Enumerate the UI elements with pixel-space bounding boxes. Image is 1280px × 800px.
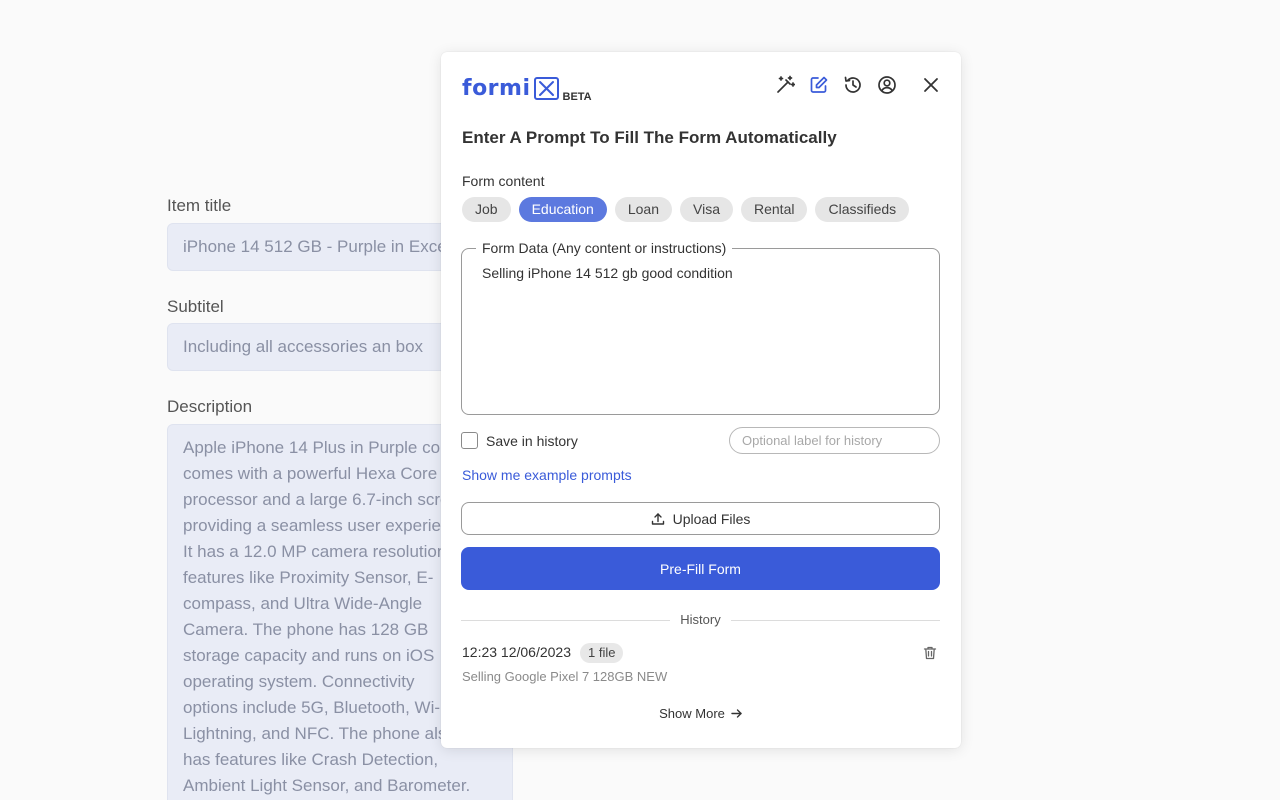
magic-wand-icon[interactable] <box>775 75 795 95</box>
description-line: Ambient Light Sensor, and Barometer. <box>183 776 471 795</box>
subtitle-label: Subtitel <box>167 297 224 316</box>
history-divider-label-wrap: History <box>461 612 940 627</box>
form-type-chips: Job Education Loan Visa Rental Classifie… <box>462 197 910 222</box>
prefill-form-label: Pre-Fill Form <box>660 560 741 577</box>
history-item-badge: 1 file <box>580 643 624 663</box>
form-data-value: Selling iPhone 14 512 gb good condition <box>482 265 733 281</box>
history-item[interactable]: 12:23 12/06/2023 1 file Selling Google P… <box>462 643 940 689</box>
form-data-textarea[interactable]: Form Data (Any content or instructions) … <box>461 240 940 415</box>
beta-badge: BETA <box>562 91 592 103</box>
formix-panel: formi BETA Enter A Prompt To Fill The Fo… <box>441 52 961 748</box>
history-divider: History <box>461 611 940 629</box>
edit-icon[interactable] <box>809 75 829 95</box>
formix-logo: formi BETA <box>462 74 592 103</box>
upload-files-label: Upload Files <box>672 510 751 527</box>
panel-heading: Enter A Prompt To Fill The Form Automati… <box>462 128 837 147</box>
item-title-label: Item title <box>167 196 232 215</box>
chip-classifieds[interactable]: Classifieds <box>815 197 910 222</box>
chip-loan[interactable]: Loan <box>614 197 673 222</box>
prefill-form-button[interactable]: Pre-Fill Form <box>461 547 940 590</box>
save-in-history-row: Save in history <box>461 432 578 449</box>
history-heading: History <box>670 612 731 627</box>
description-label: Description <box>167 397 253 416</box>
chip-visa[interactable]: Visa <box>680 197 733 222</box>
history-item-time: 12:23 12/06/2023 <box>462 644 571 660</box>
save-in-history-label: Save in history <box>486 432 578 449</box>
chip-education[interactable]: Education <box>518 197 607 222</box>
form-content-label: Form content <box>462 173 545 189</box>
example-prompts-link[interactable]: Show me example prompts <box>462 467 632 483</box>
history-icon[interactable] <box>843 75 863 95</box>
panel-toolbar <box>775 75 941 95</box>
close-icon[interactable] <box>921 75 941 95</box>
arrow-right-icon <box>731 709 742 718</box>
form-data-legend: Form Data (Any content or instructions) <box>476 240 733 256</box>
history-item-text: Selling Google Pixel 7 128GB NEW <box>462 669 668 684</box>
description-line: has features like Crash Detection, <box>183 750 439 769</box>
trash-icon[interactable] <box>922 645 938 661</box>
upload-icon <box>651 512 664 525</box>
account-icon[interactable] <box>877 75 897 95</box>
logo-x-icon <box>533 77 559 100</box>
chip-rental[interactable]: Rental <box>741 197 808 222</box>
show-more-button[interactable]: Show More <box>441 706 961 721</box>
upload-files-button[interactable]: Upload Files <box>461 502 940 535</box>
history-label-input[interactable] <box>729 427 940 454</box>
chip-job[interactable]: Job <box>462 197 511 222</box>
show-more-label: Show More <box>659 706 725 721</box>
logo-wordmark: formi <box>462 76 531 101</box>
save-in-history-checkbox[interactable] <box>461 432 478 449</box>
